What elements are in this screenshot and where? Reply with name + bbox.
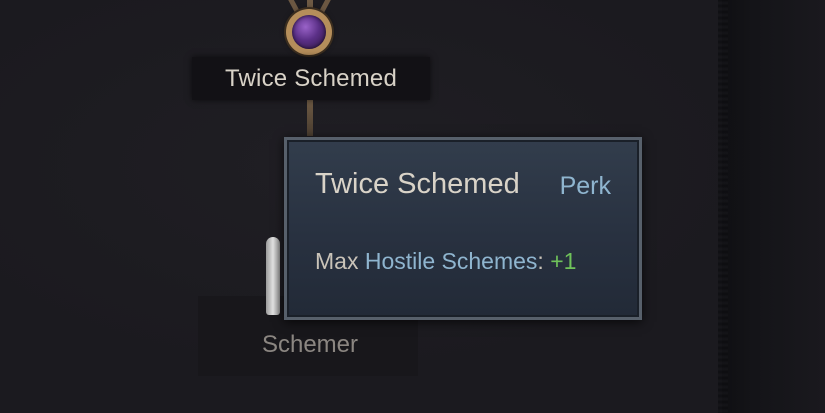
perk-node-twice-schemed[interactable] xyxy=(286,9,332,55)
perk-label: Twice Schemed xyxy=(192,57,430,100)
effect-prefix: Max xyxy=(315,248,359,274)
effect-colon: : xyxy=(537,248,544,274)
tooltip-type: Perk xyxy=(559,172,611,200)
connector-stem-bottom xyxy=(307,100,313,136)
effect-link-hostile-schemes[interactable]: Hostile Schemes xyxy=(365,248,538,274)
schemer-label: Schemer xyxy=(261,331,359,358)
perk-tooltip: Twice Schemed Perk Max Hostile Schemes: … xyxy=(284,137,642,320)
tooltip-title: Twice Schemed xyxy=(315,168,520,200)
background-torn-edge xyxy=(718,0,728,413)
effect-value: +1 xyxy=(550,248,577,274)
schemer-figure-icon xyxy=(266,237,280,315)
purple-gem-icon xyxy=(292,15,326,49)
background-right-panel xyxy=(722,0,825,413)
tooltip-effect: Max Hostile Schemes: +1 xyxy=(315,248,576,275)
